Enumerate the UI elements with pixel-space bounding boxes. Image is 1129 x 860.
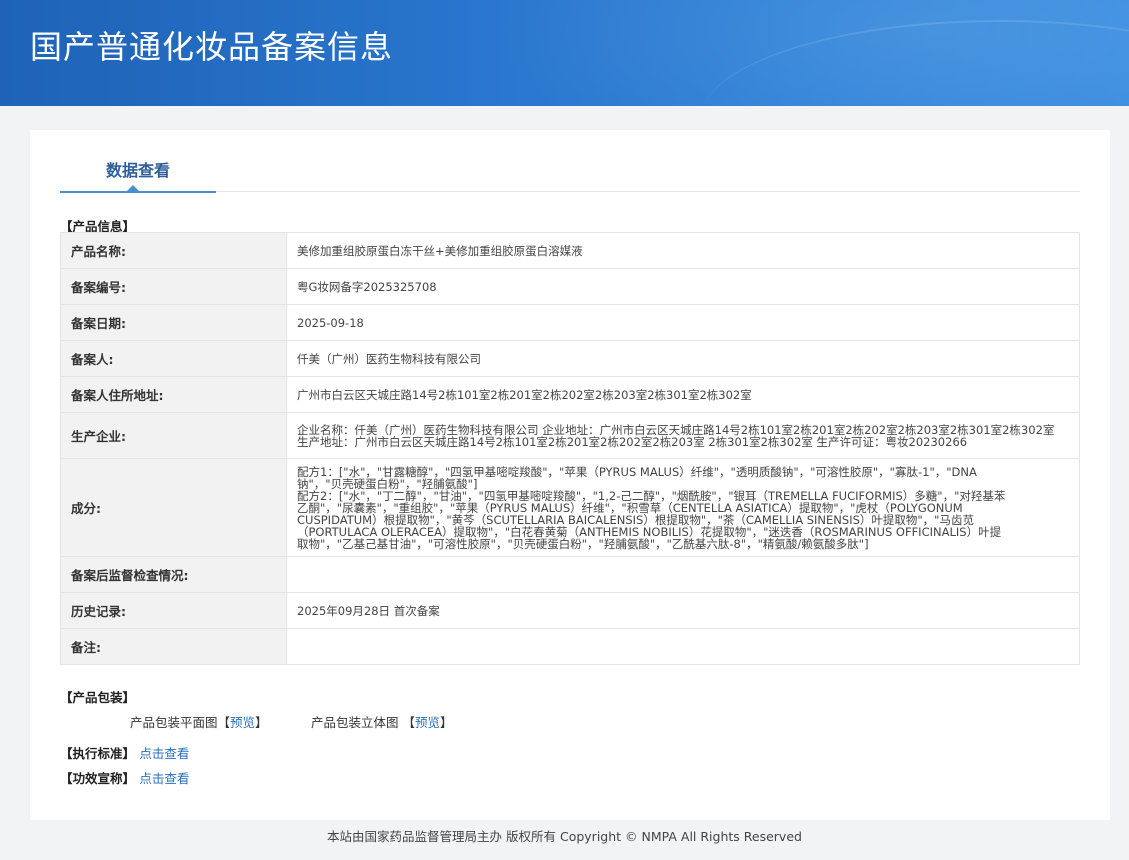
packaging-flat-item: 产品包装平面图【预览】 <box>130 712 268 731</box>
packaging-solid-label: 产品包装立体图 <box>311 715 399 730</box>
preview-flat-link[interactable]: 预览 <box>230 715 255 730</box>
ingredient-line: 配方1：["水"，"甘露糖醇"，"四氢甲基嘧啶羧酸"，"苹果（PYRUS MAL… <box>297 464 977 479</box>
tab-data-view-label: 数据查看 <box>105 161 170 180</box>
row-label: 备案编号: <box>60 268 287 305</box>
packaging-flat-label: 产品包装平面图 <box>130 715 218 730</box>
ingredient-line: 钠"，"贝壳硬蛋白粉"，"羟脯氨酸"] <box>297 476 478 491</box>
standard-title: 【执行标准】 <box>60 746 136 761</box>
page-header: 国产普通化妆品备案信息 <box>0 0 1129 106</box>
efficacy-section: 【功效宣称】 点击查看 <box>60 768 189 787</box>
bracket-close: 】 <box>440 715 453 730</box>
ingredient-line: 取物"，"乙基己基甘油"，"可溶性胶原"，"贝壳硬蛋白粉"，"羟脯氨酸"，"乙酰… <box>297 536 869 551</box>
inspection-value <box>286 556 1080 593</box>
page-title: 国产普通化妆品备案信息 <box>30 28 394 66</box>
bracket-open: 【 <box>402 715 416 730</box>
row-label: 备案人: <box>60 340 287 377</box>
efficacy-view-link[interactable]: 点击查看 <box>139 771 189 786</box>
row-label: 备案后监督检查情况: <box>60 556 287 593</box>
ingredient-line: CUSPIDATUM）根提取物"，"黄芩（SCUTELLARIA BAICALE… <box>297 512 974 527</box>
table-row: 备案后监督检查情况: <box>60 556 1080 593</box>
remarks-value <box>286 628 1080 665</box>
product-info-table: 产品名称: 美修加重组胶原蛋白冻干丝+美修加重组胶原蛋白溶媒液 备案编号: 粤G… <box>60 232 1080 665</box>
page-footer: 本站由国家药品监督管理局主办 版权所有 Copyright © NMPA All… <box>327 829 802 844</box>
tab-bar: 数据查看 <box>60 130 1080 193</box>
table-row: 备注: <box>60 628 1080 665</box>
content-panel: 数据查看 【产品信息】 产品名称: 美修加重组胶原蛋白冻干丝+美修加重组胶原蛋白… <box>30 130 1110 820</box>
efficacy-title: 【功效宣称】 <box>60 771 136 786</box>
table-row: 备案日期: 2025-09-18 <box>60 304 1080 341</box>
bracket-close: 】 <box>255 715 268 730</box>
ingredient-line: 乙酮"，"尿囊素"，"重组胶"，"苹果（PYRUS MALUS）纤维"，"积雪草… <box>297 500 963 515</box>
table-row: 成分: 配方1：["水"，"甘露糖醇"，"四氢甲基嘧啶羧酸"，"苹果（PYRUS… <box>60 458 1080 557</box>
table-row: 历史记录: 2025年09月28日 首次备案 <box>60 592 1080 629</box>
standard-view-link[interactable]: 点击查看 <box>139 746 189 761</box>
bracket-open: 【 <box>217 715 231 730</box>
packaging-solid-item: 产品包装立体图 【预览】 <box>311 712 453 731</box>
row-label: 成分: <box>60 458 287 557</box>
row-label: 备案日期: <box>60 304 287 341</box>
row-label: 产品名称: <box>60 232 287 269</box>
ingredients-value: 配方1：["水"，"甘露糖醇"，"四氢甲基嘧啶羧酸"，"苹果（PYRUS MAL… <box>286 458 1080 557</box>
packaging-title: 【产品包装】 <box>60 690 136 705</box>
table-row: 备案人住所地址: 广州市白云区天城庄路14号2栋101室2栋201室2栋202室… <box>60 376 1080 413</box>
standard-section: 【执行标准】 点击查看 <box>60 743 189 762</box>
filing-number-value: 粤G妆网备字2025325708 <box>286 268 1080 305</box>
row-label: 生产企业: <box>60 412 287 459</box>
history-value: 2025年09月28日 首次备案 <box>286 592 1080 629</box>
ingredient-line: （PORTULACA OLERACEA）提取物"，"白花春黄菊（ANTHEMIS… <box>297 524 1002 539</box>
table-row: 备案人: 仟美（广州）医药生物科技有限公司 <box>60 340 1080 377</box>
filer-value: 仟美（广州）医药生物科技有限公司 <box>286 340 1080 377</box>
ingredient-line: 配方2：["水"，"丁二醇"，"甘油"，"四氢甲基嘧啶羧酸"，"1,2-己二醇"… <box>297 488 1006 503</box>
manufacturer-value: 企业名称：仟美（广州）医药生物科技有限公司 企业地址：广州市白云区天城庄路14号… <box>286 412 1080 459</box>
preview-solid-link[interactable]: 预览 <box>415 715 440 730</box>
filing-date-value: 2025-09-18 <box>286 304 1080 341</box>
tab-data-view[interactable]: 数据查看 <box>60 130 216 193</box>
row-label: 历史记录: <box>60 592 287 629</box>
filer-address-value: 广州市白云区天城庄路14号2栋101室2栋201室2栋202室2栋203室2栋3… <box>286 376 1080 413</box>
table-row: 产品名称: 美修加重组胶原蛋白冻干丝+美修加重组胶原蛋白溶媒液 <box>60 232 1080 269</box>
tab-active-caret <box>127 185 139 191</box>
product-name-value: 美修加重组胶原蛋白冻干丝+美修加重组胶原蛋白溶媒液 <box>286 232 1080 269</box>
row-label: 备案人住所地址: <box>60 376 287 413</box>
row-label: 备注: <box>60 628 287 665</box>
table-row: 生产企业: 企业名称：仟美（广州）医药生物科技有限公司 企业地址：广州市白云区天… <box>60 412 1080 459</box>
table-row: 备案编号: 粤G妆网备字2025325708 <box>60 268 1080 305</box>
